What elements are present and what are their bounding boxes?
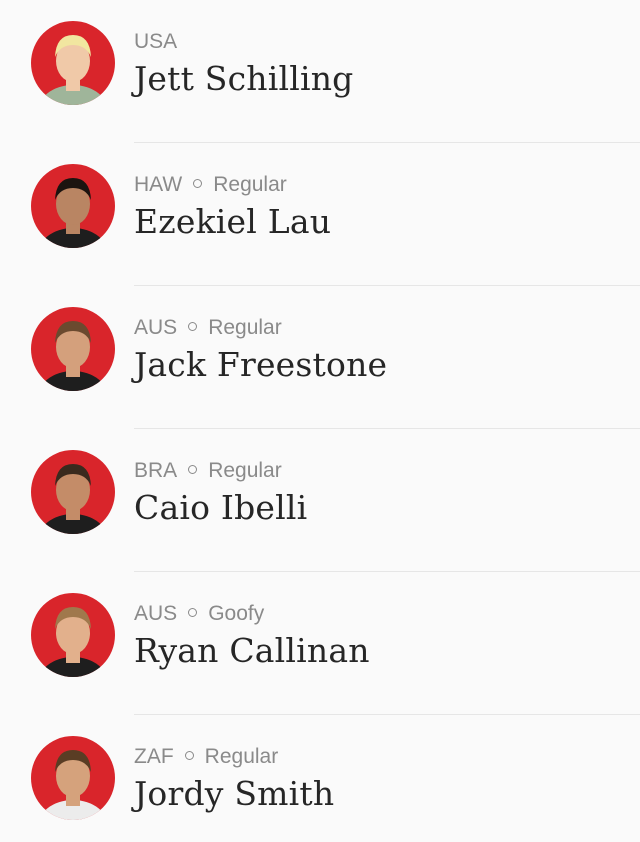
surfer-stance: Goofy <box>208 602 265 625</box>
surfer-meta: AUS Goofy <box>134 601 264 627</box>
separator-dot-icon <box>188 321 198 331</box>
surfer-country: AUS <box>134 316 178 339</box>
surfer-stance: Regular <box>204 745 279 768</box>
surfer-name: Ryan Callinan <box>134 631 370 670</box>
surfer-country: USA <box>134 30 178 53</box>
surfer-row[interactable]: USA Jett Schilling <box>0 0 640 143</box>
portrait-icon <box>38 464 108 534</box>
surfer-meta: AUS Regular <box>134 315 282 341</box>
surfer-row[interactable]: AUS Regular Jack Freestone <box>0 286 640 429</box>
surfer-meta: USA <box>134 29 177 55</box>
separator-dot-icon <box>193 178 203 188</box>
surfer-name: Jack Freestone <box>134 345 388 384</box>
surfer-country: HAW <box>134 173 183 196</box>
surfer-country: AUS <box>134 602 178 625</box>
surfer-country: ZAF <box>134 745 174 768</box>
surfer-avatar <box>31 164 115 248</box>
separator-dot-icon <box>188 464 198 474</box>
surfer-row[interactable]: HAW Regular Ezekiel Lau <box>0 143 640 286</box>
surfer-name: Jett Schilling <box>134 59 354 98</box>
surfer-avatar <box>31 307 115 391</box>
portrait-icon <box>38 178 108 248</box>
surfer-country: BRA <box>134 459 178 482</box>
surfer-stance: Regular <box>208 316 282 339</box>
portrait-icon <box>38 35 108 105</box>
surfer-avatar <box>31 21 115 105</box>
surfer-avatar <box>31 450 115 534</box>
surfer-name: Jordy Smith <box>134 774 335 813</box>
surfer-row[interactable]: AUS Goofy Ryan Callinan <box>0 572 640 715</box>
separator-dot-icon <box>184 750 194 760</box>
surfer-avatar <box>31 593 115 677</box>
surfer-meta: ZAF Regular <box>134 744 278 770</box>
surfer-stance: Regular <box>208 459 282 482</box>
portrait-icon <box>38 321 108 391</box>
surfer-avatar <box>31 736 115 820</box>
portrait-icon <box>38 607 108 677</box>
surfer-stance: Regular <box>213 173 287 196</box>
surfer-list: USA Jett Schilling HAW Regular Ezekiel La… <box>0 0 640 842</box>
surfer-meta: BRA Regular <box>134 458 282 484</box>
surfer-name: Caio Ibelli <box>134 488 308 527</box>
surfer-name: Ezekiel Lau <box>134 202 332 241</box>
surfer-row[interactable]: BRA Regular Caio Ibelli <box>0 429 640 572</box>
portrait-icon <box>38 750 108 820</box>
surfer-meta: HAW Regular <box>134 172 287 198</box>
surfer-row[interactable]: ZAF Regular Jordy Smith <box>0 715 640 842</box>
separator-dot-icon <box>188 607 198 617</box>
